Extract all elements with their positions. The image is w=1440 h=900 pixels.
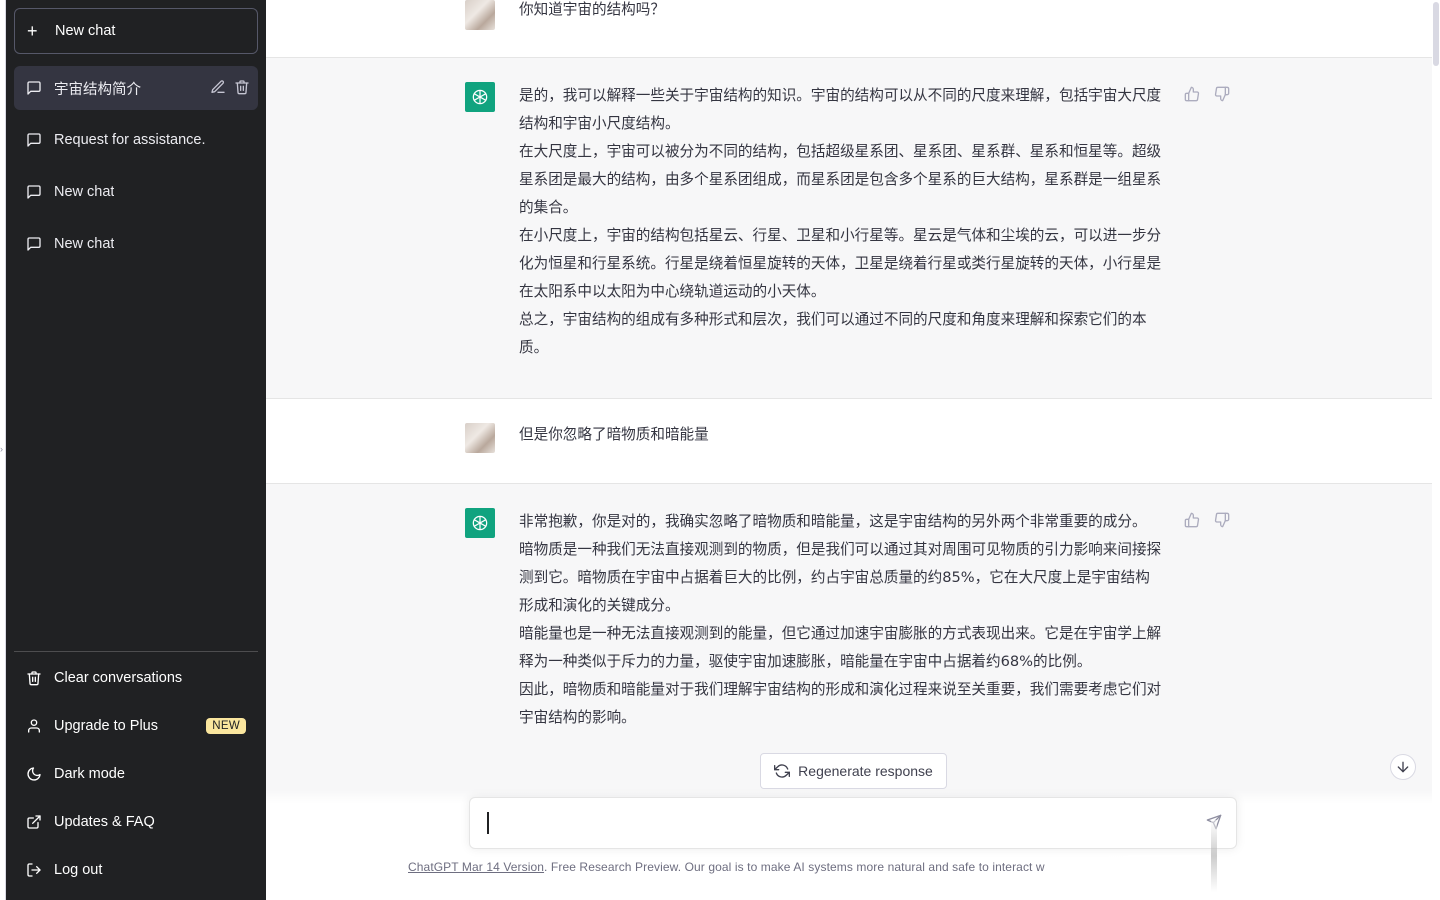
user-avatar [465,423,495,453]
assistant-paragraph: 非常抱歉，你是对的，我确实忽略了暗物质和暗能量，这是宇宙结构的另外两个非常重要的… [519,513,1147,530]
refresh-icon [774,764,791,778]
assistant-paragraph: 暗物质是一种我们无法直接观测到的物质，但是我们可以通过其对周围可见物质的引力影响… [519,541,1162,614]
feedback-buttons [1184,512,1230,528]
assistant-paragraph: 在大尺度上，宇宙可以被分为不同的结构，包括超级星系团、星系团、星系群、星系和恒星… [519,143,1162,216]
logout-icon [27,863,41,877]
trash-icon [27,671,41,686]
history-item-label: New chat [54,184,115,200]
page-scrollbar[interactable] [1432,0,1440,900]
history-item[interactable]: New chat [14,170,258,214]
assistant-paragraph: 在小尺度上，宇宙的结构包括星云、行星、卫星和小行星等。星云是气体和尘埃的云，可以… [519,227,1162,300]
footer-disclaimer-text: . Free Research Preview. Our goal is to … [544,860,1045,874]
scroll-to-bottom-button[interactable] [1390,754,1416,780]
new-chat-button[interactable]: + New chat [14,8,258,54]
assistant-message-text: 非常抱歉，你是对的，我确实忽略了暗物质和暗能量，这是宇宙结构的另外两个非常重要的… [519,508,1163,732]
chat-bubble-icon [27,81,41,95]
edit-icon[interactable] [210,79,226,95]
arrow-down-icon [1397,761,1409,773]
user-message-text: 你知道宇宙的结构吗？ [519,1,665,18]
sidebar-divider [14,651,258,652]
moon-icon [27,767,41,781]
dark-mode-label: Dark mode [54,766,125,782]
footer-fade [1056,855,1216,885]
user-icon [28,719,40,733]
assistant-paragraph: 是的，我可以解释一些关于宇宙结构的知识。宇宙的结构可以从不同的尺度来理解，包括宇… [519,87,1162,132]
footer-disclaimer: ChatGPT Mar 14 Version. Free Research Pr… [408,860,1078,874]
regenerate-response-label: Regenerate response [798,763,933,779]
history-item-label: 宇宙结构简介 [54,81,141,98]
updates-faq-label: Updates & FAQ [54,814,155,830]
assistant-message: 是的，我可以解释一些关于宇宙结构的知识。宇宙的结构可以从不同的尺度来理解，包括宇… [266,58,1432,399]
regenerate-response-button[interactable]: Regenerate response [760,753,947,789]
history-item[interactable]: New chat [14,222,258,266]
assistant-message-text: 是的，我可以解释一些关于宇宙结构的知识。宇宙的结构可以从不同的尺度来理解，包括宇… [519,82,1163,362]
log-out-label: Log out [54,862,103,878]
log-out-button[interactable]: Log out [14,846,258,894]
upgrade-to-plus-label: Upgrade to Plus [54,718,158,734]
upgrade-to-plus-button[interactable]: Upgrade to Plus NEW [14,702,258,750]
version-link[interactable]: ChatGPT Mar 14 Version [408,860,544,874]
sidebar: + New chat 宇宙结构简介 Request for assistance… [6,0,266,900]
user-message: 但是你忽略了暗物质和暗能量 [266,399,1432,484]
assistant-paragraph: 因此，暗物质和暗能量对于我们理解宇宙结构的形成和演化过程来说至关重要，我们需要考… [519,681,1162,726]
user-message: 你知道宇宙的结构吗？ [266,0,1432,58]
chevron-right-icon: › [0,444,3,454]
text-caret [487,812,489,834]
assistant-paragraph: 总之，宇宙结构的组成有多种形式和层次，我们可以通过不同的尺度和角度来理解和探索它… [519,311,1147,356]
openai-logo-icon [465,508,495,538]
history-item[interactable]: Request for assistance. [14,118,258,162]
sidebar-bottom-menu: Clear conversations Upgrade to Plus NEW … [14,654,258,894]
openai-logo-icon [465,82,495,112]
thumbs-down-icon[interactable] [1214,512,1230,528]
message-composer [469,797,1237,849]
trash-icon[interactable] [234,79,250,95]
new-badge: NEW [206,718,246,734]
message-input[interactable] [486,812,1186,836]
user-message-text: 但是你忽略了暗物质和暗能量 [519,426,709,443]
history-item-actions [210,79,250,95]
user-avatar [465,0,495,30]
chat-main: 你知道宇宙的结构吗？ 是的，我可以解释一些关于宇宙结构的知识。宇宙的结构可以从不… [266,0,1432,900]
scrollbar-thumb[interactable] [1433,2,1439,66]
plus-icon: + [27,21,38,41]
thumbs-up-icon[interactable] [1184,512,1200,528]
clear-conversations-button[interactable]: Clear conversations [14,654,258,702]
history-item-label: New chat [54,236,115,252]
history-item-active[interactable]: 宇宙结构简介 [14,66,258,110]
assistant-paragraph: 暗能量也是一种无法直接观测到的能量，但它通过加速宇宙膨胀的方式表现出来。它是在宇… [519,625,1162,670]
clear-conversations-label: Clear conversations [54,670,183,686]
dark-mode-button[interactable]: Dark mode [14,750,258,798]
external-link-icon [27,815,41,829]
chat-history-list: 宇宙结构简介 Request for assistance. New chat … [14,66,258,274]
thumbs-down-icon[interactable] [1214,86,1230,102]
chat-bubble-icon [27,133,41,147]
thumbs-up-icon[interactable] [1184,86,1200,102]
new-chat-label: New chat [55,23,116,39]
feedback-buttons [1184,86,1230,102]
chat-bubble-icon [27,185,41,199]
render-artifact [1211,820,1217,892]
chat-bubble-icon [27,237,41,251]
history-item-label: Request for assistance. [54,132,206,148]
updates-faq-link[interactable]: Updates & FAQ [14,798,258,846]
